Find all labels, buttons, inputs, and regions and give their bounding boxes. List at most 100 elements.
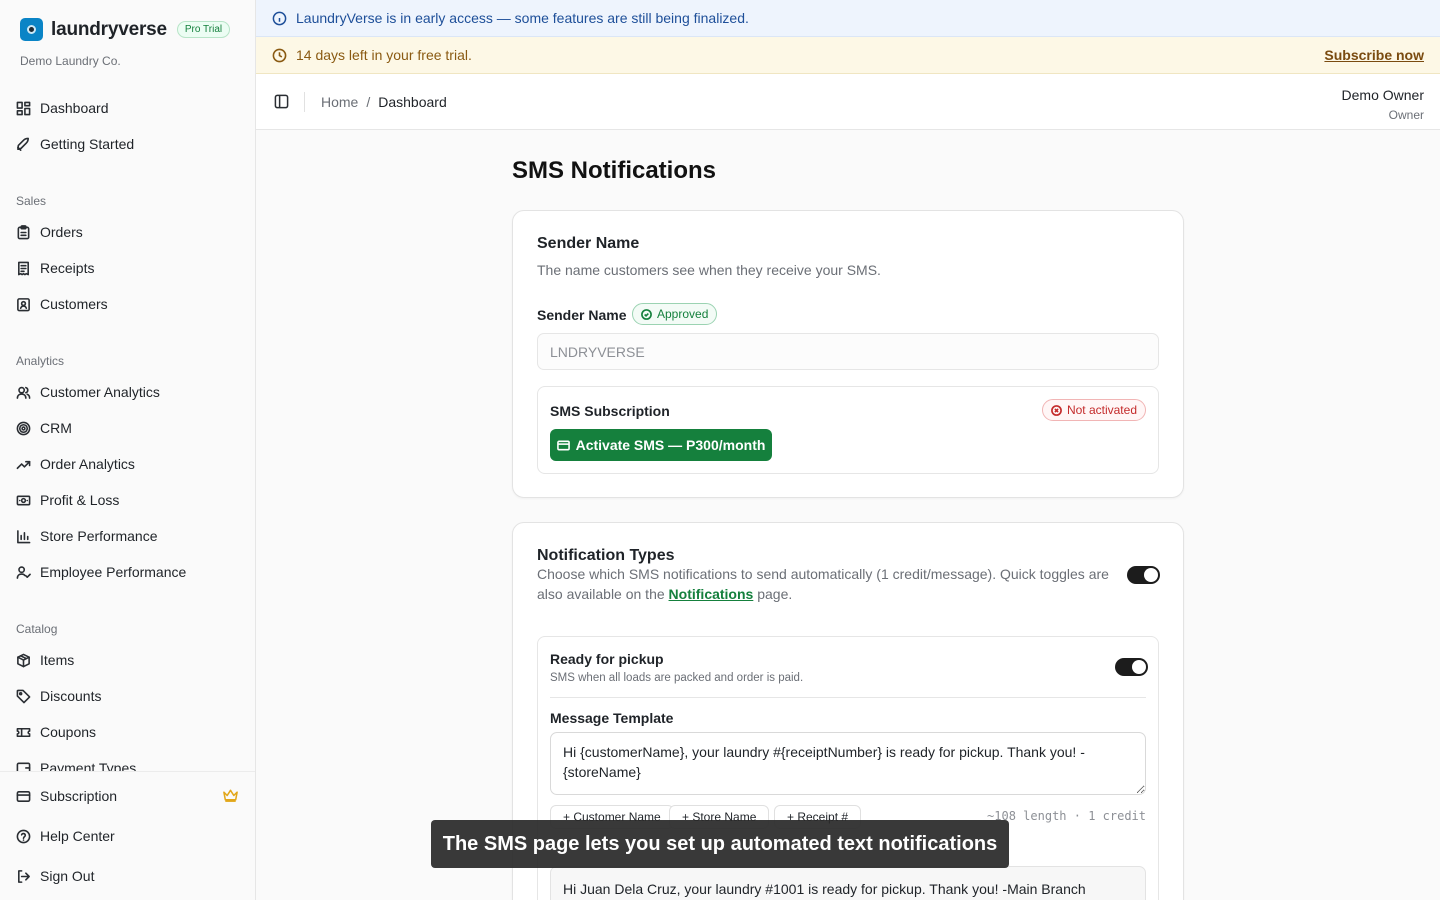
ready-for-pickup-toggle[interactable] <box>1115 658 1148 676</box>
early-access-text: LaundryVerse is in early access — some f… <box>296 10 749 26</box>
section-title-analytics: Analytics <box>16 354 65 368</box>
approved-badge-label: Approved <box>657 307 709 321</box>
sidebar-divider <box>0 771 255 772</box>
user-role: Owner <box>1388 108 1424 122</box>
app-name: laundryverse <box>51 18 167 40</box>
sidebar-toggle-icon[interactable] <box>274 94 289 109</box>
target-icon <box>16 421 31 435</box>
top-header: Home / Dashboard Demo Owner Owner <box>256 74 1440 130</box>
wallet-icon <box>16 762 31 771</box>
rocket-icon <box>17 137 29 151</box>
help-icon <box>16 829 31 843</box>
subscribe-now-link[interactable]: Subscribe now <box>1324 47 1424 63</box>
info-icon <box>272 11 287 25</box>
banknote-icon <box>16 494 31 506</box>
activate-sms-label: Activate SMS — P300/month <box>575 437 766 453</box>
sidebar-item-payment-types[interactable]: Payment Types <box>16 757 136 771</box>
sidebar-item-store-performance[interactable]: Store Performance <box>16 525 158 547</box>
sms-subscription-box: SMS Subscription Not activated Activate … <box>537 386 1159 474</box>
breadcrumb: Home / Dashboard <box>321 94 447 110</box>
sidebar-item-label: Customer Analytics <box>40 384 160 400</box>
card-title: Sender Name <box>537 235 640 252</box>
sidebar-item-employee-performance[interactable]: Employee Performance <box>16 561 186 583</box>
bar-chart-icon <box>17 529 31 543</box>
sidebar-item-help-center[interactable]: Help Center <box>16 825 115 847</box>
activate-sms-button[interactable]: Activate SMS — P300/month <box>550 429 772 461</box>
user-check-icon <box>16 565 31 579</box>
sidebar-item-label: Employee Performance <box>40 564 187 580</box>
trial-banner: 14 days left in your free trial. Subscri… <box>256 37 1440 74</box>
sms-subscription-title: SMS Subscription <box>550 403 670 419</box>
user-name[interactable]: Demo Owner <box>1342 87 1424 103</box>
trial-text: 14 days left in your free trial. <box>296 47 472 63</box>
ticket-icon <box>16 727 31 737</box>
sidebar-item-discounts[interactable]: Discounts <box>16 685 101 707</box>
sidebar-item-label: Discounts <box>40 688 102 704</box>
clipboard-icon <box>17 224 30 239</box>
plan-badge: Pro Trial <box>176 21 231 38</box>
package-icon <box>17 653 30 667</box>
sidebar-item-subscription[interactable]: Subscription <box>16 785 117 807</box>
sidebar-item-order-analytics[interactable]: Order Analytics <box>16 453 135 475</box>
notifications-page-link[interactable]: Notifications <box>669 586 754 602</box>
description-text: Choose which SMS notifications to send a… <box>537 566 1109 602</box>
master-notifications-toggle[interactable] <box>1127 566 1160 584</box>
credit-card-icon <box>16 790 31 802</box>
sidebar-item-label: Profit & Loss <box>40 492 120 508</box>
brand[interactable]: laundryverse Pro Trial <box>20 18 231 41</box>
message-template-textarea[interactable]: Hi {customerName}, your laundry #{receip… <box>550 732 1146 795</box>
sidebar-item-label: CRM <box>40 420 72 436</box>
description-text-end: page. <box>753 586 793 602</box>
early-access-banner: LaundryVerse is in early access — some f… <box>256 0 1440 37</box>
sidebar-item-label: Receipts <box>40 260 95 276</box>
sender-name-label: Sender Name <box>537 307 627 323</box>
receipt-icon <box>18 261 29 275</box>
sidebar: laundryverse Pro Trial Demo Laundry Co. … <box>0 0 256 900</box>
credit-card-icon <box>556 440 570 450</box>
trend-icon <box>16 460 31 469</box>
sidebar-item-receipts[interactable]: Receipts <box>16 257 94 279</box>
sidebar-item-profit-loss[interactable]: Profit & Loss <box>16 489 119 511</box>
tag-icon <box>16 689 31 703</box>
approved-badge: Approved <box>632 303 718 325</box>
not-activated-badge: Not activated <box>1041 399 1146 421</box>
sidebar-item-label: Subscription <box>40 788 118 804</box>
header-divider <box>304 92 305 112</box>
x-circle-icon <box>1051 404 1062 416</box>
sidebar-item-label: Help Center <box>40 828 115 844</box>
tutorial-caption: The SMS page lets you set up automated t… <box>431 820 1009 868</box>
app-logo-icon <box>20 18 43 41</box>
logout-icon <box>18 869 30 883</box>
notification-description: SMS when all loads are packed and order … <box>550 672 804 684</box>
sidebar-item-label: Store Performance <box>40 528 158 544</box>
crown-icon <box>223 789 238 802</box>
sidebar-item-getting-started[interactable]: Getting Started <box>16 133 134 155</box>
sidebar-item-label: Sign Out <box>40 868 95 884</box>
sender-name-card: Sender Name The name customers see when … <box>512 210 1184 498</box>
sidebar-item-coupons[interactable]: Coupons <box>16 721 96 743</box>
check-circle-icon <box>641 308 652 320</box>
message-template-label: Message Template <box>550 710 674 726</box>
sidebar-item-items[interactable]: Items <box>16 649 74 671</box>
breadcrumb-separator: / <box>366 94 371 110</box>
sidebar-item-customer-analytics[interactable]: Customer Analytics <box>16 381 160 403</box>
card-title: Notification Types <box>537 547 675 564</box>
grid-icon <box>16 101 31 115</box>
sidebar-item-label: Dashboard <box>40 100 109 116</box>
sidebar-item-label: Coupons <box>40 724 97 740</box>
card-description: Choose which SMS notifications to send a… <box>537 564 1117 604</box>
sidebar-item-dashboard[interactable]: Dashboard <box>16 97 109 119</box>
sender-name-input[interactable] <box>537 333 1159 370</box>
company-name: Demo Laundry Co. <box>20 54 121 68</box>
notification-title: Ready for pickup <box>550 651 664 667</box>
page-title: SMS Notifications <box>512 157 717 184</box>
sidebar-item-crm[interactable]: CRM <box>16 417 72 439</box>
users-icon <box>16 386 31 399</box>
sidebar-item-customers[interactable]: Customers <box>16 293 108 315</box>
sidebar-item-sign-out[interactable]: Sign Out <box>16 865 94 887</box>
message-preview: Hi Juan Dela Cruz, your laundry #1001 is… <box>550 866 1146 900</box>
card-description: The name customers see when they receive… <box>537 262 881 278</box>
contact-icon <box>17 297 30 311</box>
sidebar-item-orders[interactable]: Orders <box>16 221 83 243</box>
breadcrumb-home[interactable]: Home <box>321 94 358 110</box>
